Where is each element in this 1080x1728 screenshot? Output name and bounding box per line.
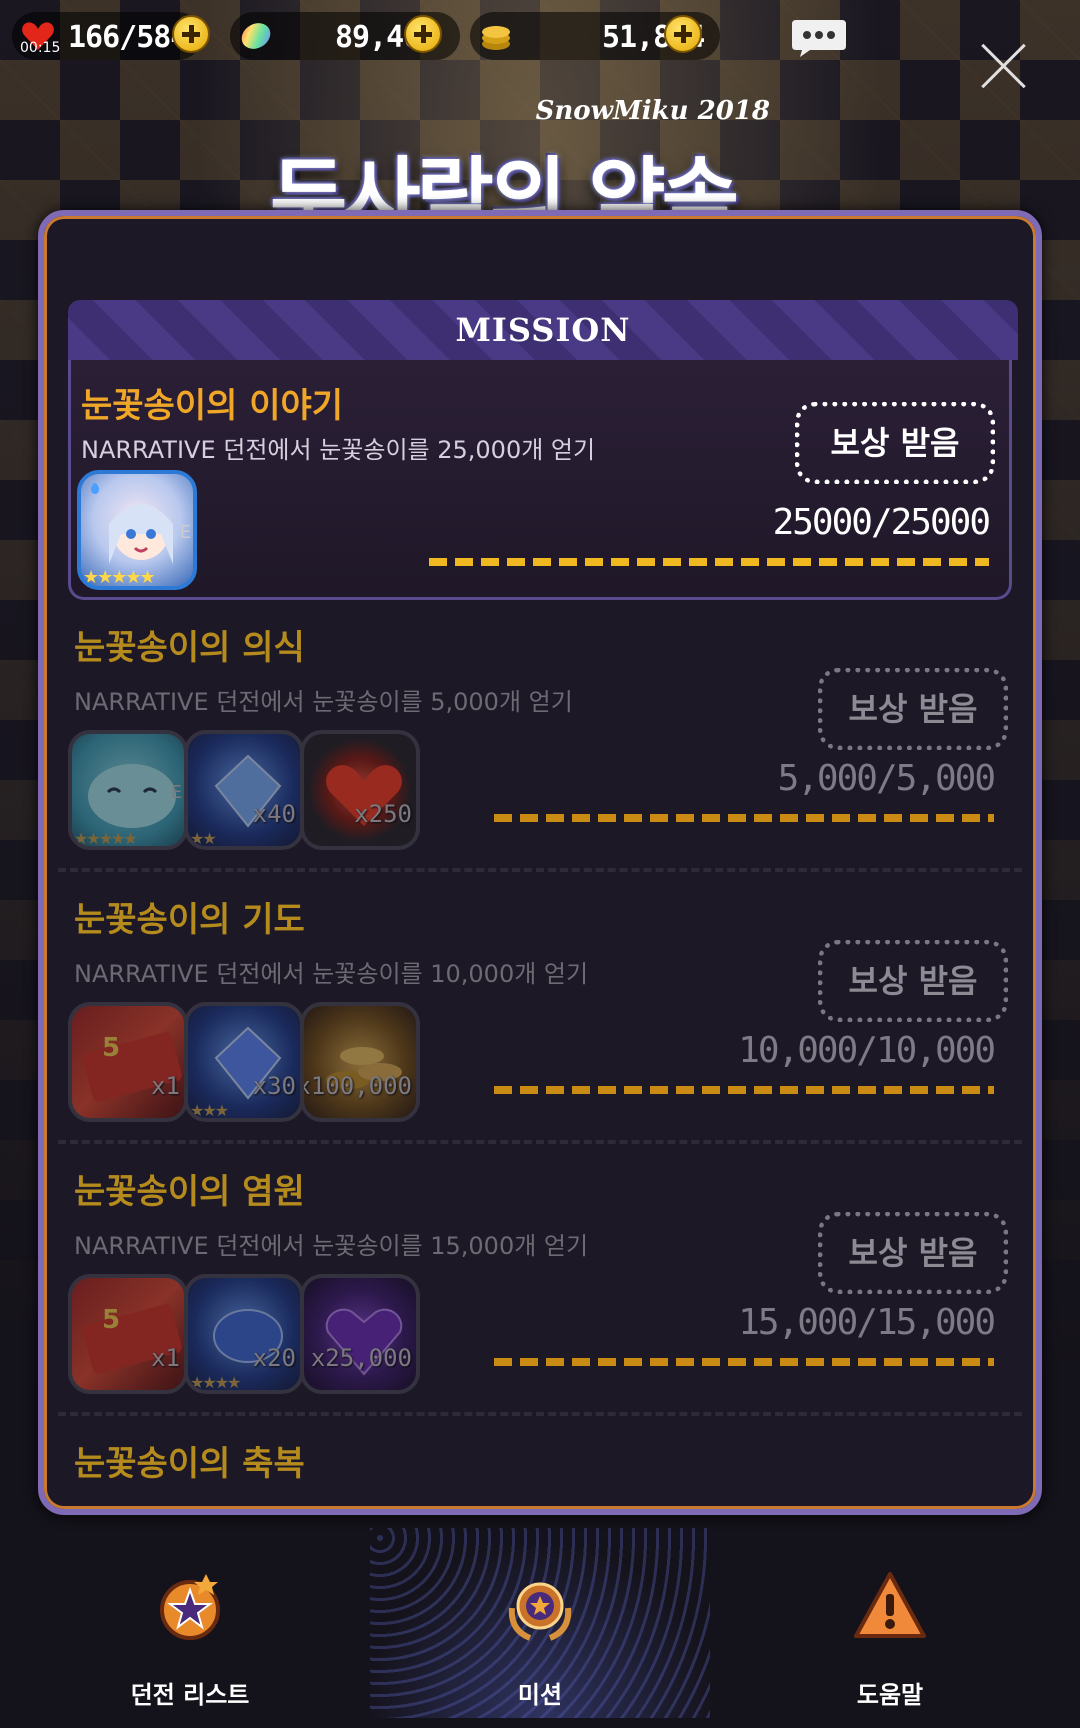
mission-description: NARRATIVE 던전에서 눈꽃송이를 10,000개 얻기 bbox=[74, 960, 589, 988]
event-brand: SnowMiku 2018 bbox=[535, 96, 770, 126]
reward-ticket[interactable]: 5 x1 bbox=[68, 1002, 188, 1122]
nav-help-label: 도움말 bbox=[856, 1681, 924, 1709]
stamina-timer: 00:15 bbox=[20, 40, 61, 56]
resource-bar: 00:15 166/584 89,403 51,834 bbox=[12, 10, 1068, 62]
element-label: E bbox=[179, 522, 191, 543]
claim-reward-button[interactable]: 보상 받음 bbox=[818, 940, 1008, 1022]
reward-blue-gem[interactable]: x30 ★★★ bbox=[184, 1002, 304, 1122]
reward-quantity: x100,000 bbox=[300, 1072, 412, 1100]
add-stamina-button[interactable] bbox=[172, 15, 210, 53]
bottom-navigation: 던전 리스트 미션 도움말 bbox=[0, 1528, 1080, 1728]
reward-quantity: x1 bbox=[151, 1072, 180, 1100]
nav-mission-label: 미션 bbox=[517, 1681, 563, 1709]
reward-chibi-card[interactable]: E ★★★★★ bbox=[68, 730, 188, 850]
reward-quantity: x1 bbox=[151, 1344, 180, 1372]
reward-stars: ★★★★★ bbox=[83, 567, 156, 588]
reward-ticket[interactable]: 5 x1 bbox=[68, 1274, 188, 1394]
mission-item: 눈꽃송이의 기도 NARRATIVE 던전에서 눈꽃송이를 10,000개 얻기… bbox=[58, 872, 1022, 1144]
element-label: E bbox=[170, 782, 182, 803]
claim-reward-button[interactable]: 보상 받음 bbox=[818, 1212, 1008, 1294]
reward-stars: ★★★★ bbox=[190, 1373, 241, 1392]
claim-reward-button[interactable]: 보상 받음 bbox=[795, 402, 995, 484]
mission-title: 눈꽃송이의 축복 bbox=[74, 1444, 305, 1484]
reward-stars: ★★★ bbox=[190, 1101, 229, 1120]
dungeon-star-icon bbox=[160, 1574, 220, 1640]
reward-gold-coins[interactable]: x100,000 bbox=[300, 1002, 420, 1122]
reward-snow-miku-card[interactable]: E ★★★★★ bbox=[77, 470, 197, 590]
mission-panel: MISSION 눈꽃송이의 이야기 NARRATIVE 던전에서 눈꽃송이를 2… bbox=[38, 210, 1042, 1515]
mission-item: 눈꽃송이의 염원 NARRATIVE 던전에서 눈꽃송이를 15,000개 얻기… bbox=[58, 1144, 1022, 1416]
reward-purple-crystal[interactable]: x25,000 bbox=[300, 1274, 420, 1394]
rainbow-gem-icon bbox=[241, 23, 271, 49]
mission-header-label: MISSION bbox=[455, 311, 631, 349]
gold-coins-icon bbox=[326, 1047, 402, 1089]
reward-blue-gem[interactable]: x40 ★★ bbox=[184, 730, 304, 850]
stamina-value: 166/584 bbox=[68, 20, 188, 55]
progress-bar bbox=[494, 814, 994, 822]
chat-icon[interactable] bbox=[790, 18, 848, 58]
add-gold-button[interactable] bbox=[664, 15, 702, 53]
purple-crystal-icon bbox=[325, 1308, 403, 1376]
progress-text: 25000/25000 bbox=[772, 502, 991, 543]
ticket-icon: 5 bbox=[82, 1304, 182, 1374]
mission-item: 눈꽃송이의 의식 NARRATIVE 던전에서 눈꽃송이를 5,000개 얻기 … bbox=[58, 600, 1022, 872]
nav-mission[interactable]: 미션 bbox=[370, 1528, 710, 1718]
claim-reward-button[interactable]: 보상 받음 bbox=[818, 668, 1008, 750]
reward-stars: ★★★★★ bbox=[74, 829, 138, 848]
reward-quantity: x25,000 bbox=[310, 1344, 412, 1372]
mission-description: NARRATIVE 던전에서 눈꽃송이를 25,000개 얻기 bbox=[81, 436, 596, 464]
mission-item: 눈꽃송이의 이야기 NARRATIVE 던전에서 눈꽃송이를 25,000개 얻… bbox=[68, 360, 1012, 600]
progress-bar bbox=[494, 1086, 994, 1094]
close-button[interactable] bbox=[978, 40, 1028, 90]
progress-bar bbox=[429, 558, 989, 566]
reward-quantity: x250 bbox=[354, 800, 412, 828]
mission-title: 눈꽃송이의 염원 bbox=[74, 1172, 305, 1212]
mission-medal-icon bbox=[508, 1582, 572, 1641]
warning-icon bbox=[854, 1572, 926, 1638]
mission-title: 눈꽃송이의 의식 bbox=[74, 628, 305, 668]
nav-dungeon-list-label: 던전 리스트 bbox=[130, 1681, 250, 1709]
ticket-icon: 5 bbox=[82, 1032, 182, 1102]
add-gems-button[interactable] bbox=[404, 15, 442, 53]
reward-blue-gem[interactable]: x20 ★★★★ bbox=[184, 1274, 304, 1394]
progress-text: 10,000/10,000 bbox=[738, 1030, 996, 1071]
progress-bar bbox=[494, 1358, 994, 1366]
reward-quantity: x30 bbox=[252, 1072, 296, 1100]
mission-header: MISSION bbox=[68, 300, 1018, 360]
mission-description: NARRATIVE 던전에서 눈꽃송이를 5,000개 얻기 bbox=[74, 688, 573, 716]
mission-title: 눈꽃송이의 이야기 bbox=[81, 386, 344, 426]
gold-coin-icon bbox=[482, 26, 510, 50]
reward-heart-item[interactable]: x250 bbox=[300, 730, 420, 850]
progress-text: 15,000/15,000 bbox=[738, 1302, 996, 1343]
mission-list[interactable]: 눈꽃송이의 이야기 NARRATIVE 던전에서 눈꽃송이를 25,000개 얻… bbox=[44, 360, 1036, 1496]
progress-text: 5,000/5,000 bbox=[777, 758, 996, 799]
nav-help[interactable]: 도움말 bbox=[720, 1528, 1060, 1718]
nav-dungeon-list[interactable]: 던전 리스트 bbox=[20, 1528, 360, 1718]
svg-text:5: 5 bbox=[102, 1305, 120, 1335]
mission-item: 눈꽃송이의 축복 bbox=[58, 1416, 1022, 1496]
reward-quantity: x20 bbox=[252, 1344, 296, 1372]
heart-item-icon bbox=[326, 765, 402, 826]
mission-title: 눈꽃송이의 기도 bbox=[74, 900, 305, 940]
reward-stars: ★★ bbox=[190, 829, 217, 848]
reward-quantity: x40 bbox=[252, 800, 296, 828]
mission-description: NARRATIVE 던전에서 눈꽃송이를 15,000개 얻기 bbox=[74, 1232, 589, 1260]
svg-text:5: 5 bbox=[102, 1033, 120, 1063]
